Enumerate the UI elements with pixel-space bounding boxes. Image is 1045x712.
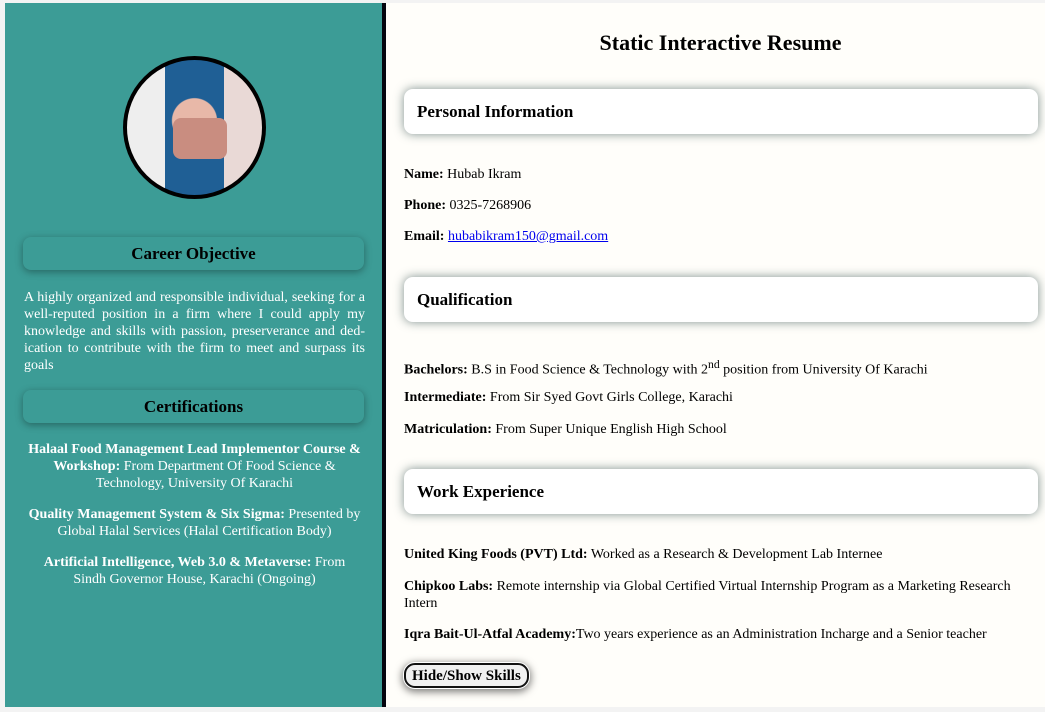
work-item: United King Foods (PVT) Ltd: Worked as a… (404, 546, 1034, 563)
qualification-item: Intermediate: From Sir Syed Govt Girls C… (404, 389, 1034, 406)
label: Phone: (404, 198, 446, 213)
label: Matriculation: (404, 422, 492, 437)
value: B.S in Food Science & Technology with 2 (467, 362, 709, 378)
label: Iqra Bait-Ul-Atfal Academy: (404, 627, 576, 642)
value: Hubab Ikram (443, 167, 522, 182)
sidebar: Career Objective A highly organized and … (5, 3, 382, 707)
profile-photo (123, 56, 266, 199)
label: Chipkoo Labs: (404, 579, 494, 594)
email-link[interactable]: hubabikram150@gmail.com (448, 229, 608, 244)
label: Email: (404, 229, 445, 244)
personal-info-heading: Personal Information (404, 89, 1038, 134)
value: position from University Of Karachi (719, 362, 928, 378)
label: Bachelors: (404, 362, 468, 378)
certification-item: Halaal Food Management Lead Implementor … (27, 441, 362, 492)
value: Remote internship via Global Certified V… (404, 579, 1011, 611)
value: 0325-7268906 (446, 198, 532, 213)
career-objective-heading: Career Objective (23, 237, 364, 270)
cert-detail: From Department Of Food Science & Techno… (95, 459, 336, 491)
work-item: Chipkoo Labs: Remote internship via Glob… (404, 578, 1034, 612)
label: United King Foods (PVT) Ltd: (404, 547, 588, 562)
superscript: nd (708, 358, 720, 371)
value: Worked as a Research & Development Lab I… (587, 547, 883, 562)
certifications-heading: Certifications (23, 390, 364, 423)
certification-item: Artificial Intelligence, Web 3.0 & Metav… (27, 554, 362, 588)
hide-show-skills-button[interactable]: Hide/Show Skills (404, 663, 529, 688)
value: From Super Unique English High School (491, 422, 727, 437)
value: From Sir Syed Govt Girls College, Karach… (486, 390, 733, 405)
main-content: Static Interactive Resume Personal Infor… (386, 3, 1045, 707)
label: Name: (404, 167, 444, 182)
qualification-item: Bachelors: B.S in Food Science & Technol… (404, 356, 1034, 379)
certification-item: Quality Management System & Six Sigma: P… (27, 506, 362, 540)
name-row: Name: Hubab Ikram (404, 166, 1034, 183)
phone-row: Phone: 0325-7268906 (404, 197, 1034, 214)
value: Two years experience as an Administratio… (575, 627, 987, 642)
work-item: Iqra Bait-Ul-Atfal Academy:Two years exp… (404, 626, 1034, 643)
qualification-heading: Qualification (404, 277, 1038, 322)
label: Intermediate: (404, 390, 487, 405)
qualification-item: Matriculation: From Super Unique English… (404, 421, 1034, 438)
email-row: Email: hubabikram150@gmail.com (404, 228, 1034, 245)
work-experience-heading: Work Experience (404, 469, 1038, 514)
career-objective-text: A highly organized and responsible indiv… (24, 290, 365, 373)
cert-title: Quality Management System & Six Sigma: (28, 507, 285, 522)
cert-title: Artificial Intelligence, Web 3.0 & Metav… (43, 555, 312, 570)
page-title: Static Interactive Resume (599, 30, 842, 55)
